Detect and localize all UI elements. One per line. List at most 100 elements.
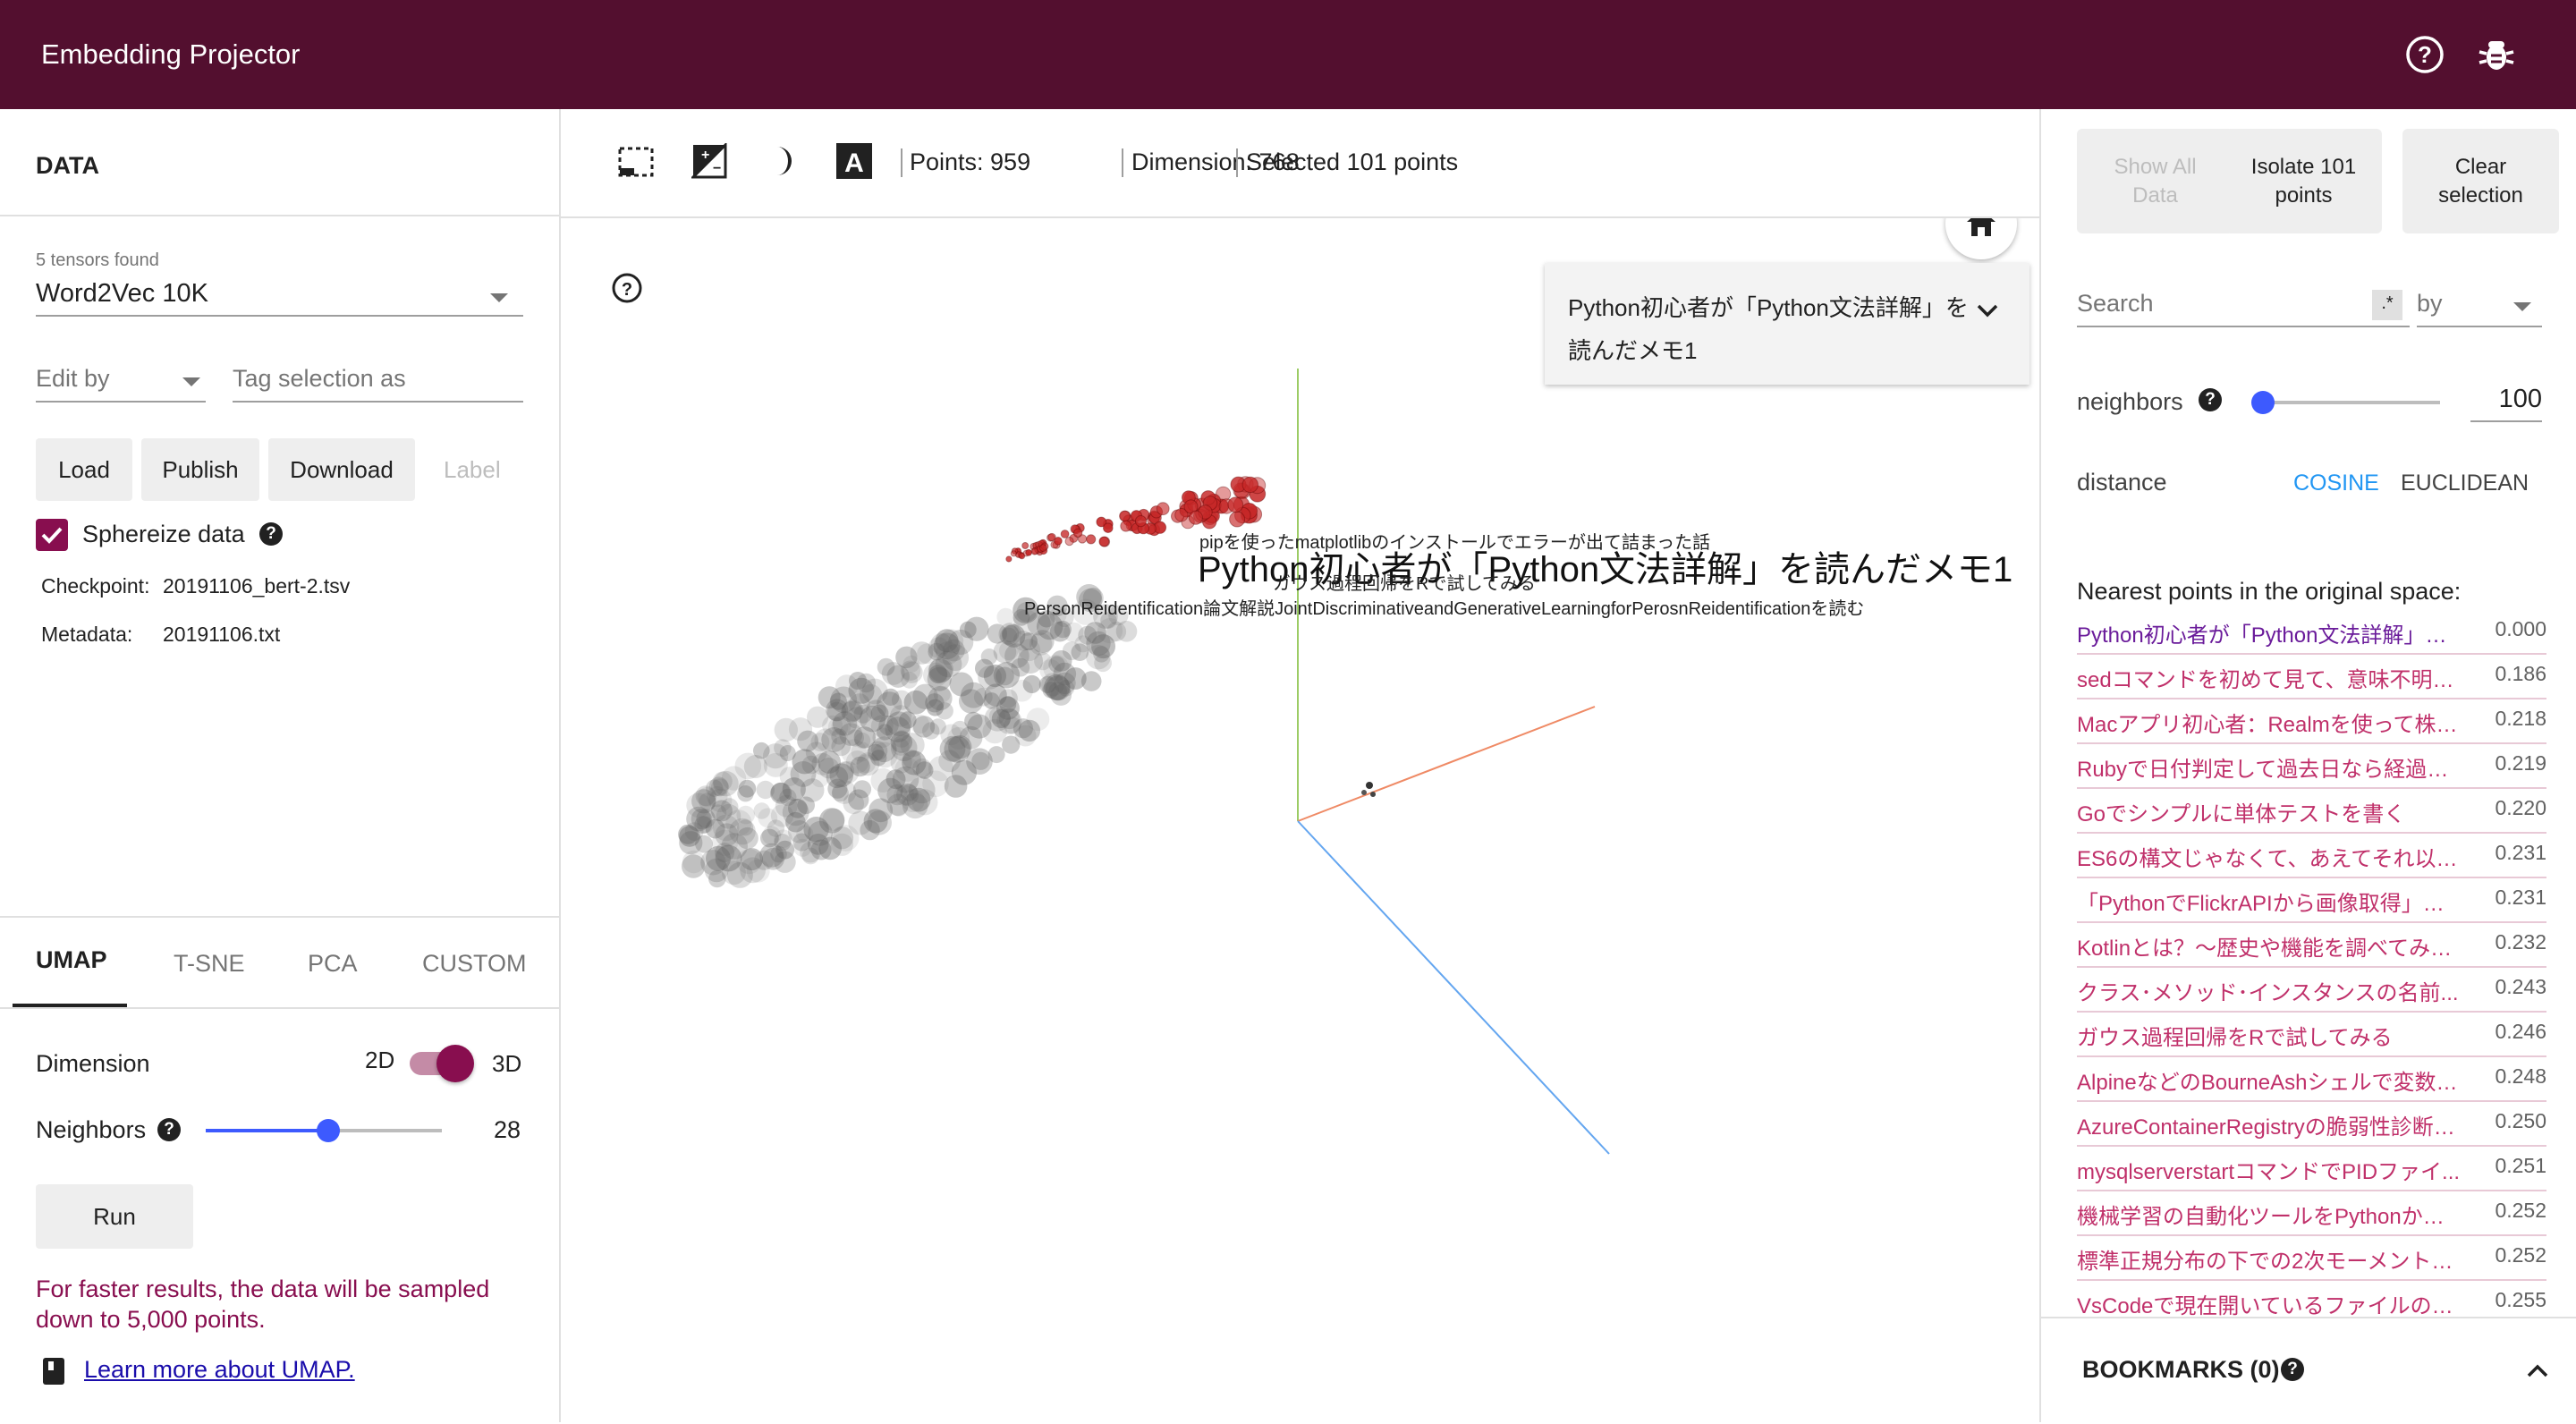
help-icon[interactable]: ? [2281, 1358, 2304, 1381]
nearest-point-distance: 0.231 [2495, 841, 2546, 864]
chevron-up-icon[interactable] [2524, 1358, 2551, 1385]
svg-text:?: ? [622, 280, 632, 300]
nearest-point-distance: 0.252 [2495, 1243, 2546, 1267]
tab-pca[interactable]: PCA [308, 950, 358, 978]
nearest-point-row[interactable]: sedコマンドを初めて見て、意味不明だ... 0.186 [2077, 655, 2546, 699]
help-icon[interactable]: ? [157, 1118, 181, 1141]
svg-text:+: + [701, 148, 709, 163]
data-point [797, 730, 818, 752]
bookmarks-label: BOOKMARKS (0) [2082, 1356, 2280, 1383]
show-all-data-button[interactable]: Show All Data [2077, 129, 2233, 233]
nearest-point-row[interactable]: Kotlinとは？〜歴史や機能を調べてみた... 0.232 [2077, 923, 2546, 968]
bookmarks-bar[interactable]: BOOKMARKS (0) ? [2041, 1317, 2576, 1424]
nearest-point-row[interactable]: 「PythonでFlickrAPIから画像取得」に... 0.231 [2077, 878, 2546, 923]
euclidean-option[interactable]: EUCLIDEAN [2401, 470, 2529, 496]
nearest-point-row[interactable]: AlpineなどのBourneAshシェルで変数・... 0.248 [2077, 1057, 2546, 1102]
moon-icon[interactable] [767, 143, 802, 179]
night-mode-icon[interactable]: + − [690, 141, 727, 179]
nearest-point-row[interactable]: AzureContainerRegistryの脆弱性診断を... 0.250 [2077, 1102, 2546, 1147]
nearest-point-row[interactable]: Python初心者が「Python文法詳解」を... 0.000 [2077, 610, 2546, 655]
tensor-selected-value: Word2Vec 10K [36, 279, 208, 308]
edit-by-select[interactable]: Edit by [36, 360, 206, 403]
nearest-point-distance: 0.252 [2495, 1199, 2546, 1222]
data-point [860, 819, 880, 841]
label-button[interactable]: Label [444, 456, 501, 484]
data-point [725, 809, 752, 836]
data-point [785, 811, 806, 833]
tab-custom[interactable]: CUSTOM [422, 950, 527, 978]
nearest-point-row[interactable]: 標準正規分布の下での2次モーメントの... 0.252 [2077, 1236, 2546, 1281]
chevron-down-icon [490, 293, 508, 302]
scatter-plot[interactable] [561, 218, 2038, 1422]
data-point [770, 782, 792, 804]
data-point [870, 704, 889, 723]
data-point [774, 717, 798, 742]
projection-canvas[interactable]: ? Python初心者が「Python文法詳解」を読んだメモ1 pipを使ったm… [561, 218, 2038, 1422]
home-button[interactable] [1945, 218, 2017, 259]
cosine-option[interactable]: COSINE [2293, 470, 2379, 496]
run-button[interactable]: Run [36, 1184, 193, 1249]
metadata-value: 20191106.txt [163, 623, 281, 646]
publish-button[interactable]: Publish [141, 438, 259, 501]
nearest-point-row[interactable]: Macアプリ初心者：Realmを使って株価... 0.218 [2077, 699, 2546, 744]
data-point [903, 690, 928, 715]
bug-icon[interactable] [2476, 34, 2517, 75]
checkpoint-value: 20191106_bert-2.tsv [163, 574, 351, 598]
download-button[interactable]: Download [268, 438, 415, 501]
help-icon[interactable]: ? [259, 522, 283, 546]
clear-selection-button[interactable]: Clear selection [2402, 129, 2559, 233]
nearest-point-row[interactable]: ガウス過程回帰をRで試してみる 0.246 [2077, 1013, 2546, 1057]
toolbar: + − A Points: 959 Dimension: 768 Selected… [561, 109, 2039, 218]
search-by-select[interactable]: by [2417, 284, 2542, 327]
selected-data-point [1134, 515, 1148, 528]
slider-thumb[interactable] [2251, 391, 2275, 414]
nearest-point-row[interactable]: Goでシンプルに単体テストを書く 0.220 [2077, 789, 2546, 834]
selected-point-panel[interactable]: Python初心者が「Python文法詳解」を読んだメモ1 [1545, 263, 2029, 385]
nearest-point-label: Macアプリ初心者：Realmを使って株価... [2077, 713, 2462, 737]
nearest-point-row[interactable]: クラス･メソッド･インスタンスの名前... 0.243 [2077, 968, 2546, 1013]
help-icon[interactable]: ? [2199, 388, 2222, 411]
selected-data-point [1060, 530, 1070, 538]
data-point [682, 850, 706, 874]
inspector-neighbors-slider[interactable] [2251, 391, 2440, 414]
nearest-point-distance: 0.232 [2495, 930, 2546, 954]
nearest-point-row[interactable]: 機械学習の自動化ツールをPythonから... 0.252 [2077, 1191, 2546, 1236]
nearest-point-row[interactable]: mysqlserverstartコマンドでPIDファイ... 0.251 [2077, 1147, 2546, 1191]
search-by-label: by [2417, 290, 2443, 317]
nearest-point-row[interactable]: Rubyで日付判定して過去日なら経過日... 0.219 [2077, 744, 2546, 789]
tag-selection-input[interactable]: Tag selection as [233, 360, 523, 403]
divider [0, 916, 559, 918]
chevron-down-icon [2513, 302, 2531, 311]
nearest-point-label: AlpineなどのBourneAshシェルで変数・... [2077, 1071, 2462, 1095]
dimension-toggle[interactable] [410, 1045, 474, 1082]
nearest-point-distance: 0.000 [2495, 617, 2546, 640]
tensor-select[interactable]: Word2Vec 10K [36, 274, 523, 317]
load-button[interactable]: Load [36, 438, 132, 501]
tab-tsne[interactable]: T-SNE [174, 950, 245, 978]
neighbors-slider[interactable] [206, 1119, 442, 1142]
select-region-icon[interactable] [618, 147, 654, 177]
chevron-down-icon[interactable] [1974, 297, 2001, 324]
selected-data-point [1005, 555, 1013, 563]
nearest-point-row[interactable]: ES6の構文じゃなくて、あえてそれ以前... 0.231 [2077, 834, 2546, 878]
help-circle-icon[interactable]: ? [2404, 34, 2445, 75]
data-point [868, 741, 888, 761]
learn-more-link[interactable]: Learn more about UMAP. [84, 1356, 355, 1384]
search-input[interactable]: Search .* [2077, 284, 2410, 327]
help-circle-icon[interactable]: ? [611, 272, 643, 304]
slider-thumb[interactable] [317, 1119, 341, 1142]
data-point [713, 770, 739, 797]
label-toggle-icon[interactable]: A [836, 143, 872, 179]
selected-data-point [1039, 544, 1047, 552]
tab-umap[interactable]: UMAP [36, 946, 107, 974]
divider [0, 1007, 559, 1009]
isolate-points-button[interactable]: Isolate 101 points [2225, 129, 2382, 233]
sphereize-checkbox[interactable] [36, 519, 68, 551]
neighbors-value: 28 [494, 1116, 521, 1143]
inspector-neighbors-input[interactable]: 100 [2470, 383, 2542, 422]
data-point [1041, 673, 1064, 697]
chevron-down-icon [182, 377, 200, 386]
data-point [821, 727, 847, 752]
nearest-point-label: sedコマンドを初めて見て、意味不明だ... [2077, 668, 2462, 692]
regex-toggle[interactable]: .* [2372, 290, 2402, 320]
